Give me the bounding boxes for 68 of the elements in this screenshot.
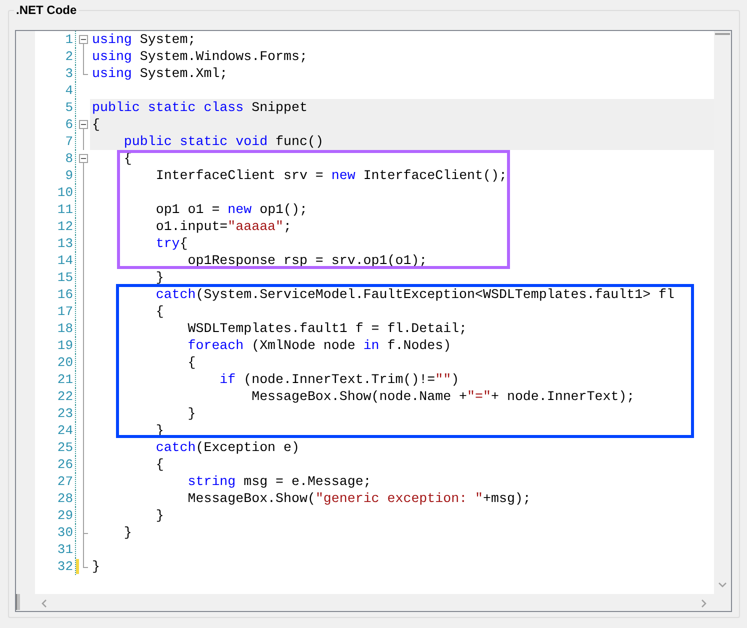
code-line: } bbox=[122, 525, 132, 540]
line-number: 14 bbox=[56, 253, 74, 268]
collapse-icon[interactable] bbox=[79, 120, 88, 129]
line-number: 12 bbox=[56, 219, 74, 234]
code-line: { bbox=[92, 117, 100, 132]
code-line: using System; bbox=[92, 32, 196, 47]
line-number: 15 bbox=[56, 270, 74, 285]
code-line: using System.Windows.Forms; bbox=[92, 49, 308, 64]
line-number: 31 bbox=[56, 542, 74, 557]
line-number: 26 bbox=[56, 457, 74, 472]
code-line: public static class Snippet bbox=[92, 100, 308, 115]
code-line: } bbox=[92, 559, 100, 574]
line-number: 9 bbox=[64, 168, 74, 183]
line-number: 8 bbox=[64, 151, 74, 166]
line-number: 16 bbox=[56, 287, 74, 302]
line-number: 29 bbox=[56, 508, 74, 523]
scroll-thumb[interactable] bbox=[16, 594, 20, 610]
code-line: } bbox=[154, 270, 164, 285]
line-number: 24 bbox=[56, 423, 74, 438]
code-line: catch(Exception e) bbox=[154, 440, 300, 455]
code-line: if (node.InnerText.Trim()!="") bbox=[218, 372, 460, 387]
line-number: 2 bbox=[64, 49, 74, 64]
collapse-icon[interactable] bbox=[79, 154, 88, 163]
line-number: 4 bbox=[64, 83, 74, 98]
line-number: 28 bbox=[56, 491, 74, 506]
line-number: 23 bbox=[56, 406, 74, 421]
code-line: string msg = e.Message; bbox=[186, 474, 372, 489]
line-number: 17 bbox=[56, 304, 74, 319]
line-number: 27 bbox=[56, 474, 74, 489]
line-number: 10 bbox=[56, 185, 74, 200]
code-line: WSDLTemplates.fault1 f = fl.Detail; bbox=[186, 321, 468, 336]
line-number: 5 bbox=[64, 100, 74, 115]
collapse-icon[interactable] bbox=[79, 35, 88, 44]
line-number: 13 bbox=[56, 236, 74, 251]
line-number: 25 bbox=[56, 440, 74, 455]
code-line: InterfaceClient srv = new InterfaceClient(); bbox=[154, 168, 507, 183]
scroll-down-icon[interactable] bbox=[718, 582, 727, 588]
code-line: op1Response rsp = srv.op1(o1); bbox=[186, 253, 428, 268]
code-line: try{ bbox=[154, 236, 188, 251]
line-number: 3 bbox=[64, 66, 74, 81]
code-line: op1 o1 = new op1(); bbox=[154, 202, 308, 217]
code-line: { bbox=[154, 304, 164, 319]
code-line: using System.Xml; bbox=[92, 66, 228, 81]
line-number: 30 bbox=[56, 525, 74, 540]
line-number: 7 bbox=[64, 134, 74, 149]
code-line: o1.input="aaaaa"; bbox=[154, 219, 292, 234]
code-line: } bbox=[186, 406, 196, 421]
line-number: 19 bbox=[56, 338, 74, 353]
code-line: } bbox=[154, 508, 164, 523]
scroll-thumb[interactable] bbox=[715, 33, 730, 35]
line-number: 21 bbox=[56, 372, 74, 387]
group-title: .NET Code bbox=[14, 3, 79, 17]
line-number: 6 bbox=[64, 117, 74, 132]
code-line: MessageBox.Show("generic exception: "+msg); bbox=[186, 491, 531, 506]
code-line: catch(System.ServiceModel.FaultException<WSDLTemplates.fault1> fl bbox=[154, 287, 675, 302]
line-number: 22 bbox=[56, 389, 74, 404]
line-number: 11 bbox=[56, 202, 74, 217]
line-number: 20 bbox=[56, 355, 74, 370]
scroll-right-icon[interactable] bbox=[701, 599, 707, 608]
line-number: 32 bbox=[56, 559, 74, 574]
scroll-left-icon[interactable] bbox=[41, 599, 47, 608]
code-line: public static void func() bbox=[122, 134, 324, 149]
line-number: 1 bbox=[64, 32, 74, 47]
code-line: { bbox=[154, 457, 164, 472]
line-number: 18 bbox=[56, 321, 74, 336]
code-line: MessageBox.Show(node.Name +"="+ node.InnerText); bbox=[250, 389, 635, 404]
code-line: { bbox=[186, 355, 196, 370]
code-line: foreach (XmlNode node in f.Nodes) bbox=[186, 338, 452, 353]
